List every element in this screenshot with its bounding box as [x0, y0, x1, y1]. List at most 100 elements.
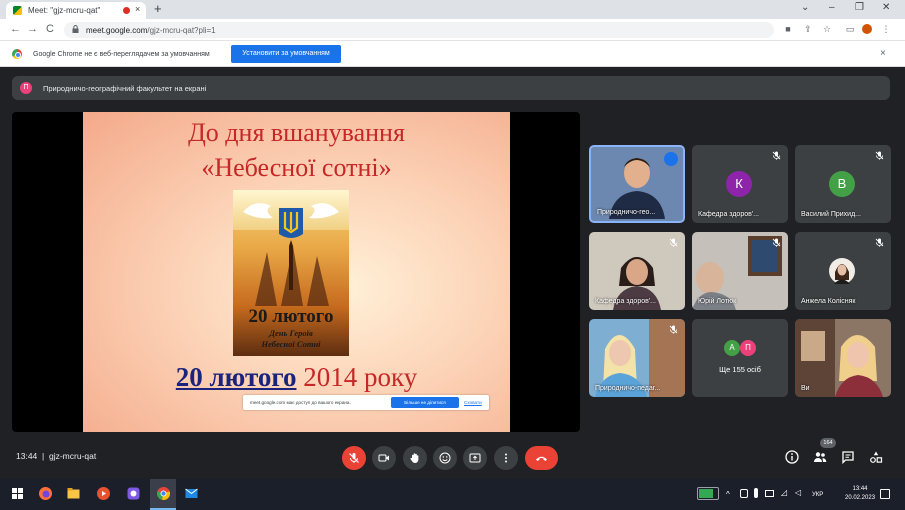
presentation-banner: П Природничо-географічний факультет на е…	[12, 76, 890, 100]
slide-date-part1: 20 лютого	[175, 362, 297, 392]
infobar-message: Google Chrome не є веб-переглядачем за у…	[33, 51, 210, 58]
tab-strip: Meet: "gjz-mcru-qat" × + ⌄ – ❐ ✕	[0, 0, 905, 19]
camera-in-use-icon[interactable]: ■	[783, 24, 793, 34]
side-panel-icon[interactable]: ▭	[845, 24, 855, 34]
default-browser-infobar: Google Chrome не є веб-переглядачем за у…	[0, 41, 905, 67]
participant-tile[interactable]: Кафедра здоров'...	[589, 232, 685, 310]
address-bar[interactable]: meet.google.com/gjz-mcru-qat?pli=1	[64, 22, 774, 38]
mic-muted-icon	[669, 325, 678, 334]
mail-app-icon[interactable]	[184, 486, 199, 501]
system-tray: ^ ◿ ◁ УКР 13:44 20.02.2023	[695, 482, 905, 507]
notifications-icon[interactable]	[880, 489, 890, 499]
participant-tile[interactable]: Анжела Колісняк	[795, 232, 891, 310]
participant-count-badge: 164	[820, 438, 836, 448]
presenter-avatar: П	[20, 82, 32, 94]
tray-chevron-icon[interactable]: ^	[726, 490, 730, 499]
slide-title-line2: «Небесної сотні»	[201, 153, 392, 182]
more-avatar-p: П	[740, 340, 756, 356]
hand-icon	[410, 453, 419, 463]
participant-avatar: В	[829, 171, 855, 197]
mic-muted-icon	[875, 151, 884, 160]
slide-title-line1: До дня вшанування	[188, 118, 405, 147]
input-language[interactable]: УКР	[812, 492, 823, 498]
meeting-info-icon[interactable]	[785, 450, 799, 464]
display-icon[interactable]	[765, 490, 774, 497]
file-explorer-icon[interactable]	[66, 486, 81, 501]
profile-avatar-icon[interactable]	[862, 24, 872, 34]
set-default-button[interactable]: Установити за умовчанням	[231, 45, 341, 63]
mic-muted-icon	[772, 151, 781, 160]
emoji-icon	[439, 452, 451, 464]
onedrive-icon[interactable]	[740, 489, 748, 498]
hide-share-notice-link[interactable]: Сховати	[464, 400, 482, 405]
stop-sharing-button[interactable]: Більше не ділитися	[391, 397, 459, 408]
screen-share-notice: meet.google.com має доступ до вашого екр…	[243, 395, 489, 410]
participant-name: Кафедра здоров'...	[595, 298, 656, 305]
chrome-icon[interactable]	[156, 486, 171, 501]
slide-date: 20 лютого 2014 року	[83, 362, 510, 393]
media-player-icon[interactable]	[96, 486, 111, 501]
mic-toggle-button[interactable]	[342, 446, 366, 470]
speaking-indicator-icon	[664, 152, 678, 166]
maximize-button[interactable]: ❐	[855, 2, 864, 13]
participant-name: Кафедра здоров'...	[698, 211, 759, 218]
participant-tile[interactable]: Природничо-педаг...	[589, 319, 685, 397]
bookmark-star-icon[interactable]: ☆	[822, 24, 832, 34]
url-host: meet.google.com	[86, 26, 148, 35]
doves-trident-graphic	[243, 203, 339, 306]
present-screen-button[interactable]	[463, 446, 487, 470]
share-icon[interactable]: ⇪	[803, 24, 813, 34]
more-options-button[interactable]	[494, 446, 518, 470]
participant-name: Природничо-педаг...	[595, 385, 661, 392]
participant-name: Юрій Лотюк	[698, 298, 737, 305]
firefox-icon[interactable]	[38, 486, 53, 501]
activities-icon[interactable]	[869, 450, 883, 464]
network-icon[interactable]: ◿	[781, 488, 787, 497]
presentation-banner-text: Природничо-географічний факультет на екр…	[43, 84, 207, 93]
raise-hand-button[interactable]	[403, 446, 427, 470]
new-tab-button[interactable]: +	[154, 1, 162, 16]
leave-call-button[interactable]	[525, 446, 558, 470]
people-icon[interactable]	[813, 450, 827, 464]
more-avatar-a: А	[724, 340, 740, 356]
close-window-button[interactable]: ✕	[882, 2, 890, 13]
tab-close-button[interactable]: ×	[135, 4, 140, 14]
clock[interactable]: 13:44 20.02.2023	[845, 485, 875, 503]
tab-search-button[interactable]: ⌄	[801, 2, 809, 13]
menu-kebab-icon[interactable]: ⋮	[881, 24, 891, 34]
chat-icon[interactable]	[841, 450, 855, 464]
volume-icon[interactable]: ◁	[795, 488, 801, 497]
mic-off-icon	[349, 453, 359, 463]
presentation-slide: До дня вшанування «Небесної сотні» 20 лю…	[83, 112, 510, 432]
participant-avatar: К	[726, 171, 752, 197]
participant-tile[interactable]: К Кафедра здоров'...	[692, 145, 788, 223]
poster-caption-line1: День Героїв	[269, 328, 313, 338]
mic-tray-icon[interactable]	[754, 488, 758, 498]
reactions-button[interactable]	[433, 446, 457, 470]
share-notice-message: meet.google.com має доступ до вашого екр…	[250, 400, 351, 405]
participant-name: Василий Прихид...	[801, 211, 861, 218]
self-tile[interactable]: Ви	[795, 319, 891, 397]
forward-button[interactable]: →	[27, 23, 38, 35]
slide-date-part2: 2014 року	[296, 362, 418, 392]
reload-button[interactable]: C	[46, 23, 54, 35]
infobar-close-button[interactable]: ×	[880, 48, 886, 59]
participant-tile[interactable]: Природничо-гео...	[589, 145, 685, 223]
more-participants-tile[interactable]: А П Ще 155 осіб	[692, 319, 788, 397]
mic-muted-icon	[669, 238, 678, 247]
participant-photo-avatar	[829, 258, 855, 284]
participant-tile[interactable]: В Василий Прихид...	[795, 145, 891, 223]
viber-icon[interactable]	[126, 486, 141, 501]
back-button[interactable]: ←	[10, 23, 21, 35]
clock-time: 13:44	[852, 486, 868, 492]
participant-tile[interactable]: Юрій Лотюк	[692, 232, 788, 310]
minimize-button[interactable]: –	[829, 2, 835, 13]
meeting-details: 13:44 | gjz-mcru-qat	[16, 451, 96, 461]
windows-start-icon[interactable]	[10, 486, 25, 501]
mic-muted-icon	[772, 238, 781, 247]
camera-toggle-button[interactable]	[372, 446, 396, 470]
tab-title: Meet: "gjz-mcru-qat"	[28, 6, 101, 15]
battery-icon[interactable]	[697, 487, 719, 500]
participant-name: Анжела Колісняк	[801, 298, 856, 305]
tab-meet[interactable]: Meet: "gjz-mcru-qat" ×	[6, 2, 146, 19]
